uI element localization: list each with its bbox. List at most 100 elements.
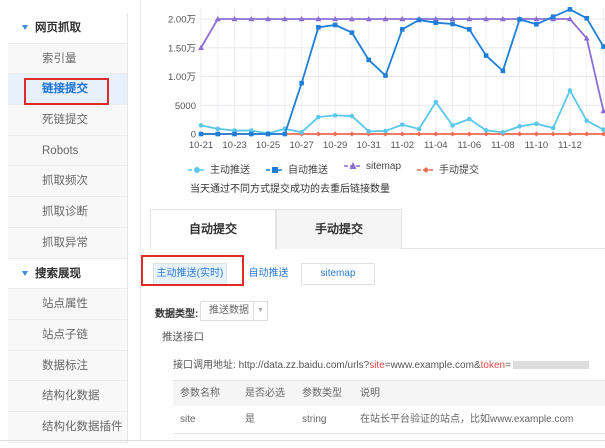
table-header: 参数名称 是否必选 参数类型 说明 bbox=[173, 380, 605, 406]
data-point bbox=[483, 128, 489, 133]
data-point bbox=[584, 118, 590, 124]
subtab-auto-push[interactable]: 自动推送 bbox=[237, 263, 300, 285]
data-point bbox=[249, 131, 254, 137]
data-point bbox=[450, 131, 456, 137]
data-point bbox=[383, 73, 388, 78]
data-point bbox=[534, 21, 539, 27]
x-tick-label: 10-31 bbox=[357, 140, 381, 151]
data-point bbox=[332, 131, 338, 137]
data-point bbox=[500, 68, 506, 74]
legend-marker-icon bbox=[266, 167, 284, 174]
chart-legend: 主动推送 自动推送 sitemap 手动提交 bbox=[188, 161, 479, 176]
data-point bbox=[349, 131, 355, 137]
data-type-value: 推送数据 bbox=[209, 305, 249, 316]
td: string bbox=[302, 414, 327, 425]
data-point bbox=[316, 25, 321, 30]
highlight-box-subtab bbox=[141, 255, 244, 286]
redacted-token bbox=[512, 361, 589, 370]
data-point bbox=[316, 114, 321, 120]
y-tick-label: 1.50万 bbox=[168, 43, 196, 54]
data-point bbox=[517, 17, 522, 22]
legend-label: 自动推送 bbox=[288, 165, 328, 176]
y-tick-label: 1.00万 bbox=[168, 72, 196, 83]
y-tick-label: 5000 bbox=[175, 101, 196, 112]
data-point bbox=[399, 27, 405, 32]
sidebar-item[interactable]: 数据标注 bbox=[8, 351, 127, 382]
sidebar-item-label: 抓取异常 bbox=[42, 236, 88, 249]
data-point bbox=[534, 121, 539, 127]
data-point bbox=[315, 131, 321, 137]
tab-manual-submit[interactable]: 手动提交 bbox=[276, 209, 402, 249]
legend-label: 手动提交 bbox=[439, 165, 480, 176]
data-point bbox=[366, 129, 372, 134]
data-point bbox=[299, 80, 304, 86]
subtab-sitemap[interactable]: sitemap bbox=[301, 263, 375, 285]
table-row: site 是 string 在站长平台验证的站点，比如www.example.c… bbox=[173, 406, 605, 434]
data-point bbox=[416, 126, 422, 132]
data-point bbox=[299, 129, 304, 135]
data-point bbox=[198, 123, 204, 128]
submit-tabs: 自动提交 手动提交 bbox=[150, 209, 605, 250]
data-point bbox=[215, 131, 221, 137]
data-point bbox=[416, 131, 422, 137]
legend-item[interactable]: 手动提交 bbox=[417, 161, 479, 176]
data-point bbox=[467, 27, 472, 32]
legend-item[interactable]: 主动推送 bbox=[188, 161, 250, 176]
td: site bbox=[180, 414, 196, 425]
tab-auto-submit[interactable]: 自动提交 bbox=[150, 209, 276, 250]
data-point bbox=[215, 126, 221, 132]
sidebar-item[interactable]: 结构化数据 bbox=[8, 381, 127, 412]
chart-note: 当天通过不同方式提交成功的去重后链接数量 bbox=[190, 184, 390, 195]
api-url: 接口调用地址: http://data.zz.baidu.com/urls?si… bbox=[173, 356, 589, 371]
legend-label: sitemap bbox=[366, 161, 402, 172]
data-point bbox=[483, 53, 489, 58]
data-point bbox=[550, 125, 556, 131]
data-type-select[interactable]: 推送数据 ▼ bbox=[200, 301, 268, 321]
divider bbox=[0, 440, 605, 441]
data-point bbox=[567, 7, 573, 12]
data-point bbox=[349, 30, 355, 35]
data-point bbox=[433, 131, 439, 137]
sidebar-item[interactable]: 抓取诊断 bbox=[8, 197, 127, 228]
x-tick-label: 10-25 bbox=[256, 140, 280, 151]
data-point bbox=[500, 130, 506, 135]
legend-item[interactable]: 自动推送 bbox=[266, 161, 328, 176]
sidebar-section[interactable]: 搜索展现 bbox=[8, 258, 127, 290]
data-point bbox=[332, 113, 338, 118]
legend-label: 主动推送 bbox=[210, 165, 250, 176]
data-point bbox=[450, 21, 455, 27]
url-text: = bbox=[505, 360, 511, 371]
td: 在站长平台验证的站点，比如www.example.com bbox=[360, 414, 574, 425]
x-tick-label: 10-27 bbox=[289, 140, 313, 151]
data-point bbox=[349, 113, 355, 119]
data-point bbox=[450, 123, 455, 128]
data-point bbox=[600, 131, 605, 137]
data-point bbox=[282, 131, 288, 137]
data-point bbox=[399, 131, 405, 137]
section-title: 推送接口 bbox=[162, 331, 204, 343]
data-point bbox=[416, 17, 422, 23]
data-point bbox=[584, 131, 590, 137]
th: 参数类型 bbox=[302, 388, 342, 399]
th: 说明 bbox=[360, 388, 380, 399]
data-type-label: 数据类型: bbox=[155, 309, 199, 320]
sidebar-item[interactable]: 站点属性 bbox=[8, 289, 127, 320]
x-tick-label: 10-23 bbox=[222, 140, 246, 151]
url-text: http://data.zz.baidu.com/urls? bbox=[238, 360, 370, 371]
caret-down-icon bbox=[22, 270, 28, 276]
y-tick-label: 2.00万 bbox=[168, 15, 196, 26]
sidebar-item[interactable]: 抓取异常 bbox=[8, 228, 127, 259]
sidebar-item[interactable]: 结构化数据插件 bbox=[8, 412, 127, 443]
legend-item[interactable]: sitemap bbox=[344, 161, 401, 176]
th: 参数名称 bbox=[180, 388, 220, 399]
sidebar-item[interactable]: 抓取频次 bbox=[8, 166, 127, 198]
data-point bbox=[567, 88, 573, 93]
legend-marker-icon bbox=[417, 167, 436, 174]
data-point bbox=[517, 131, 523, 137]
sidebar-item-label: 抓取诊断 bbox=[42, 206, 88, 219]
data-point bbox=[467, 116, 472, 122]
chevron-down-icon: ▼ bbox=[253, 302, 267, 320]
sidebar-item[interactable]: 站点子链 bbox=[8, 320, 127, 351]
url-text: =www.example.com& bbox=[384, 360, 481, 371]
legend-marker-icon bbox=[344, 162, 362, 170]
